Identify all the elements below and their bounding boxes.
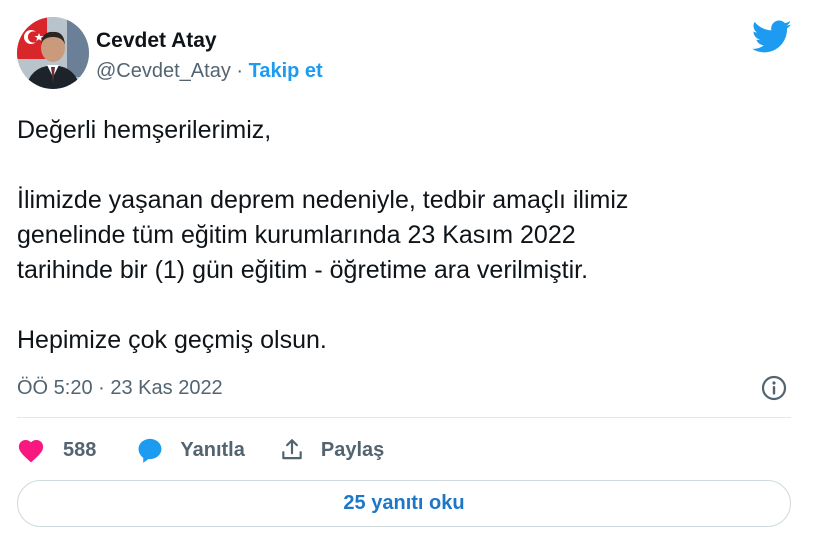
tweet-line: tarihinde bir (1) gün eğitim - öğretime … [17, 256, 589, 284]
tweet-line: genelinde tüm eğitim kurumlarında 23 Kas… [17, 221, 576, 249]
tweet-line: İlimizde yaşanan deprem nedeniyle, tedbi… [17, 186, 629, 214]
tweet-text: Değerli hemşerilerimiz, İlimizde yaşanan… [17, 113, 797, 358]
share-label: Paylaş [320, 438, 385, 461]
read-replies-button[interactable]: 25 yanıtı oku [17, 480, 791, 527]
tweet-line: Hepimize çok geçmiş olsun. [17, 326, 327, 354]
info-icon[interactable] [761, 375, 787, 401]
tweet-line: Değerli hemşerilerimiz, [17, 116, 272, 144]
tweet-card: Cevdet Atay @Cevdet_Atay · Takip et Değe… [0, 0, 816, 545]
twitter-bird-icon[interactable] [751, 20, 792, 54]
like-count: 588 [63, 438, 97, 461]
divider [17, 417, 791, 418]
tweet-actions: 588 Yanıtla Paylaş [17, 432, 384, 468]
read-replies-label: 25 yanıtı oku [343, 492, 465, 514]
share-icon [279, 437, 305, 463]
tweet-timestamp[interactable]: ÖÖ 5:20 · 23 Kas 2022 [17, 377, 223, 400]
reply-button[interactable]: Yanıtla [136, 436, 245, 464]
author-name[interactable]: Cevdet Atay [96, 29, 217, 53]
follow-button[interactable]: Takip et [249, 60, 323, 82]
like-button[interactable]: 588 [17, 437, 96, 463]
author-handle[interactable]: @Cevdet_Atay [96, 60, 231, 82]
author-meta: @Cevdet_Atay · Takip et [96, 60, 323, 83]
heart-icon [17, 437, 45, 463]
meta-separator: · [236, 60, 244, 82]
speech-bubble-icon [136, 436, 164, 464]
avatar[interactable] [17, 17, 89, 89]
reply-label: Yanıtla [180, 438, 245, 461]
share-button[interactable]: Paylaş [279, 437, 384, 463]
